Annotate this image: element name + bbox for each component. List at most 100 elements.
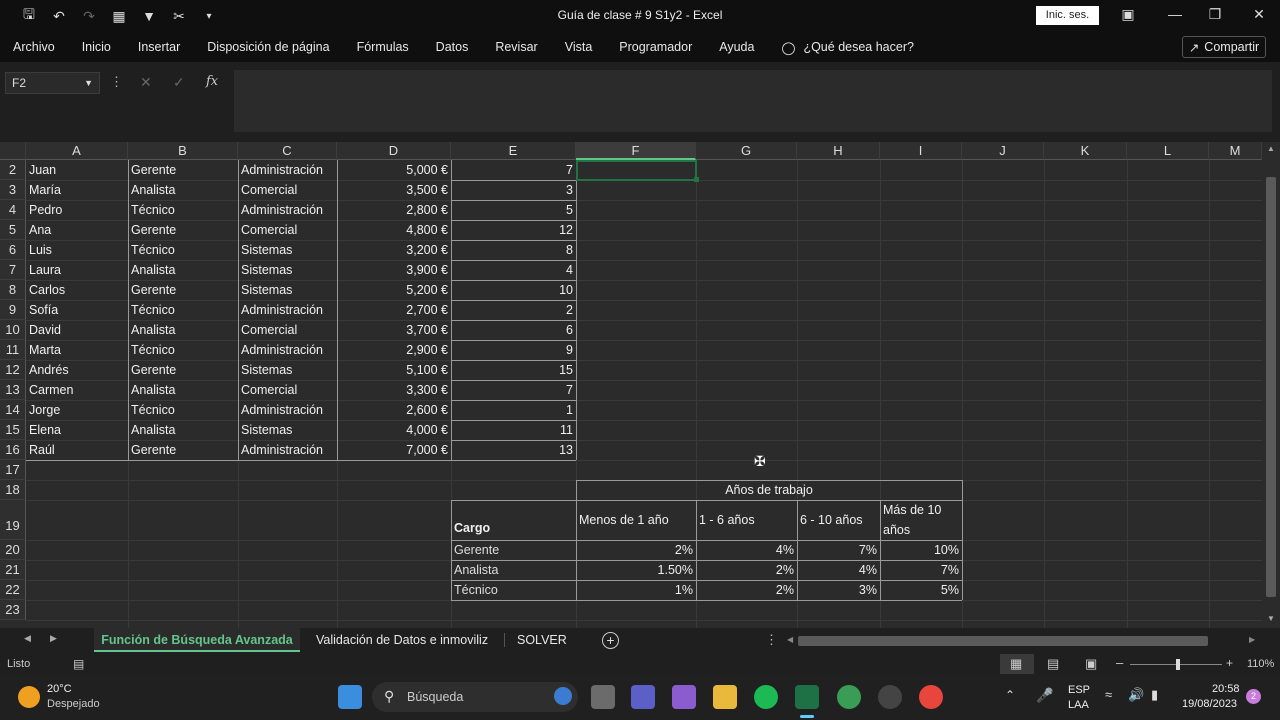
spotify-icon[interactable] (754, 685, 778, 709)
minimize-icon[interactable]: — (1160, 6, 1190, 22)
table-cell[interactable]: Técnico (128, 340, 238, 360)
chrome-profile-icon[interactable] (837, 685, 861, 709)
clock-time[interactable]: 20:58 (1212, 683, 1240, 695)
column-header-k[interactable]: K (1044, 142, 1127, 160)
table-cell[interactable]: 6 (451, 320, 576, 340)
redo-icon[interactable]: ↷ (76, 8, 102, 25)
row-header-22[interactable]: 22 (0, 580, 26, 600)
hscroll-right-icon[interactable]: ▶ (1249, 635, 1255, 644)
weather-icon[interactable] (18, 686, 40, 708)
more-icon[interactable]: ⋮ (110, 74, 123, 90)
rate-cell[interactable]: 1.50% (576, 560, 696, 580)
table-cell[interactable]: Comercial (238, 320, 337, 340)
table-cell[interactable]: Administración (238, 160, 337, 180)
table-cell[interactable]: Analista (128, 180, 238, 200)
select-all-corner[interactable] (0, 142, 26, 160)
rate-cell[interactable]: 2% (576, 540, 696, 560)
table-cell[interactable]: 5,200 € (337, 280, 451, 300)
row-header-9[interactable]: 9 (0, 300, 26, 320)
scroll-up-icon[interactable]: ▲ (1267, 144, 1275, 153)
more-icon[interactable]: ⋮ (765, 632, 778, 648)
column-header-l[interactable]: L (1127, 142, 1209, 160)
table-cell[interactable]: 10 (451, 280, 576, 300)
weather-desc[interactable]: Despejado (47, 698, 100, 710)
table-cell[interactable]: Carlos (26, 280, 128, 300)
table-cell[interactable]: Administración (238, 400, 337, 420)
table-cell[interactable]: 13 (451, 440, 576, 460)
table-cell[interactable]: 5,000 € (337, 160, 451, 180)
windows-start-icon[interactable] (338, 685, 362, 709)
row-header-4[interactable]: 4 (0, 200, 26, 220)
table-cell[interactable]: Pedro (26, 200, 128, 220)
table-cell[interactable]: 5,100 € (337, 360, 451, 380)
table-cell[interactable]: 2 (451, 300, 576, 320)
obs-icon[interactable] (878, 685, 902, 709)
rate-cell[interactable]: 3% (797, 580, 880, 600)
row-header-14[interactable]: 14 (0, 400, 26, 420)
row-header-12[interactable]: 12 (0, 360, 26, 380)
tab-archivo[interactable]: Archivo (13, 40, 55, 54)
table-cell[interactable]: 7,000 € (337, 440, 451, 460)
sign-in-button[interactable]: Inic. ses. (1036, 6, 1099, 25)
table-cell[interactable]: Analista (128, 420, 238, 440)
horizontal-scroll-thumb[interactable] (798, 636, 1208, 646)
sheet-tab-solver[interactable]: SOLVER (517, 628, 567, 652)
table-cell[interactable]: 3,700 € (337, 320, 451, 340)
table-cell[interactable]: 4 (451, 260, 576, 280)
tab-scroll-right-icon[interactable]: ▶ (50, 633, 57, 644)
row-header-2[interactable]: 2 (0, 160, 26, 180)
vertical-scrollbar[interactable]: ▲ ▼ (1262, 142, 1280, 628)
row-header-11[interactable]: 11 (0, 340, 26, 360)
add-sheet-icon[interactable]: + (602, 632, 619, 649)
rate-cell[interactable]: 10% (880, 540, 962, 560)
cargo-cell[interactable]: Técnico (451, 580, 576, 600)
table-cell[interactable]: Analista (128, 320, 238, 340)
tab-programador[interactable]: Programador (619, 40, 692, 54)
taskbar-search[interactable]: ⚲ Búsqueda (372, 682, 578, 712)
save-icon[interactable]: 🖫 (16, 4, 42, 28)
table-cell[interactable]: 9 (451, 340, 576, 360)
rate-cell[interactable]: 4% (696, 540, 797, 560)
table-cell[interactable]: Analista (128, 380, 238, 400)
battery-icon[interactable]: ▮ (1151, 687, 1158, 703)
table-cell[interactable]: Comercial (238, 180, 337, 200)
table-cell[interactable]: Gerente (128, 440, 238, 460)
chrome-icon[interactable] (919, 685, 943, 709)
table-cell[interactable]: 4,000 € (337, 420, 451, 440)
microphone-icon[interactable]: 🎤 (1036, 687, 1053, 704)
tab-formulas[interactable]: Fórmulas (357, 40, 409, 54)
table-cell[interactable]: 8 (451, 240, 576, 260)
page-break-icon[interactable]: ▣ (1085, 656, 1097, 672)
sheet-tab-validacion[interactable]: Validación de Datos e inmoviliz (316, 628, 488, 652)
table-cell[interactable]: 7 (451, 380, 576, 400)
table-cell[interactable]: Técnico (128, 300, 238, 320)
table-cell[interactable]: Andrés (26, 360, 128, 380)
row-header-20[interactable]: 20 (0, 540, 26, 560)
language-code[interactable]: ESP (1068, 684, 1090, 696)
table-cell[interactable]: Técnico (128, 200, 238, 220)
rate-cell[interactable]: 7% (797, 540, 880, 560)
column-header-i[interactable]: I (880, 142, 962, 160)
zoom-level[interactable]: 110% (1247, 658, 1274, 670)
notification-badge[interactable]: 2 (1246, 689, 1261, 704)
accessibility-icon[interactable]: ▤ (73, 657, 84, 671)
table-cell[interactable]: 2,600 € (337, 400, 451, 420)
weather-temp[interactable]: 20°C (47, 683, 72, 695)
table-cell[interactable]: Carmen (26, 380, 128, 400)
table-cell[interactable]: Elena (26, 420, 128, 440)
row-header-16[interactable]: 16 (0, 440, 26, 460)
table-cell[interactable]: Sistemas (238, 280, 337, 300)
rate-cell[interactable]: 2% (696, 560, 797, 580)
restore-icon[interactable]: ❐ (1200, 6, 1230, 23)
table-cell[interactable]: 3,900 € (337, 260, 451, 280)
table-cell[interactable]: 3,200 € (337, 240, 451, 260)
sheet-tab-active[interactable]: Función de Búsqueda Avanzada (94, 628, 300, 652)
customize-icon[interactable]: ▾ (196, 11, 222, 22)
row-header-17[interactable]: 17 (0, 460, 26, 480)
tab-vista[interactable]: Vista (565, 40, 593, 54)
column-header-h[interactable]: H (797, 142, 880, 160)
table-cell[interactable]: 1 (451, 400, 576, 420)
table-cell[interactable]: 2,800 € (337, 200, 451, 220)
cargo-cell[interactable]: Gerente (451, 540, 576, 560)
row-header-7[interactable]: 7 (0, 260, 26, 280)
